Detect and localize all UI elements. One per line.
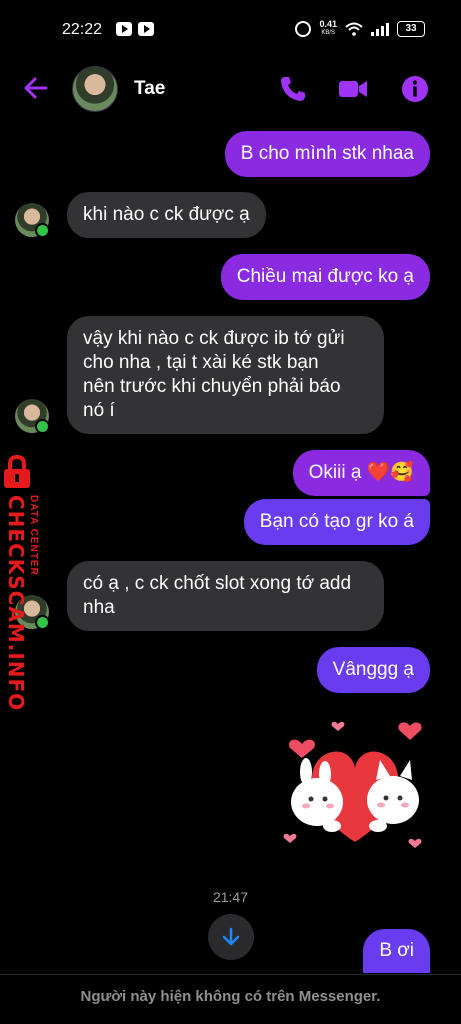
status-time: 22:22 xyxy=(62,21,103,38)
info-icon[interactable] xyxy=(400,74,430,104)
wifi-icon xyxy=(345,22,363,36)
message-outgoing[interactable]: B ơi xyxy=(363,929,430,973)
message-outgoing[interactable]: B cho mình stk nhaa xyxy=(224,131,430,177)
watermark-sub-text: DATA CENTER xyxy=(28,495,39,576)
message-text: nó í xyxy=(83,400,115,421)
message-text: cho nha , tại t xài ké stk bạn xyxy=(83,352,319,373)
contact-name[interactable]: Tae xyxy=(134,78,165,100)
message-outgoing[interactable]: Okiii ạ ❤️🥰 xyxy=(292,450,430,496)
chat-header: Tae xyxy=(0,60,461,118)
contact-mini-avatar[interactable] xyxy=(15,203,50,238)
message-text: Bạn có tạo gr ko á xyxy=(259,511,414,532)
contact-mini-avatar[interactable] xyxy=(15,399,50,434)
message-text: khi nào c ck được ạ xyxy=(83,204,250,225)
message-text: B ơi xyxy=(379,940,414,961)
back-arrow-icon[interactable] xyxy=(22,74,50,102)
signal-icon xyxy=(371,22,389,36)
watermark-main-text: CHECKSCAM.INFO xyxy=(4,495,28,712)
message-text: Chiều mai được ko ạ xyxy=(236,266,414,287)
scroll-to-bottom-button[interactable] xyxy=(208,914,254,960)
network-speed: 0.41 KB/S xyxy=(319,20,337,38)
watermark: CHECKSCAM.INFO DATA CENTER xyxy=(0,455,48,711)
contact-avatar[interactable] xyxy=(72,66,118,112)
message-outgoing[interactable]: Bạn có tạo gr ko á xyxy=(243,499,430,545)
unavailable-notice: Người này hiện không có trên Messenger. xyxy=(80,988,381,1005)
video-call-icon[interactable] xyxy=(338,74,368,104)
padlock-icon xyxy=(4,455,30,488)
love-cats-sticker[interactable] xyxy=(282,714,428,858)
message-text: có ạ , c ck chốt slot xong tớ add xyxy=(83,573,352,594)
app-notification-icon xyxy=(116,22,132,36)
network-speed-unit: KB/S xyxy=(321,30,336,36)
footer-divider xyxy=(0,974,461,975)
message-timestamp: 21:47 xyxy=(212,889,249,905)
message-incoming[interactable]: vậy khi nào c ck được ib tớ gửi cho nha … xyxy=(67,316,384,434)
message-text: nên trước khi chuyển phải báo xyxy=(83,376,341,397)
message-text: B cho mình stk nhaa xyxy=(240,143,414,164)
arrow-down-icon xyxy=(222,927,240,946)
message-text: Okiii ạ ❤️🥰 xyxy=(308,462,414,483)
message-text: vậy khi nào c ck được ib tớ gửi xyxy=(83,328,345,349)
network-speed-value: 0.41 xyxy=(319,19,337,29)
message-outgoing[interactable]: Vânggg ạ xyxy=(316,647,430,693)
message-incoming[interactable]: có ạ , c ck chốt slot xong tớ add nha xyxy=(67,561,384,631)
status-bar: 22:22 0.41 KB/S 33 xyxy=(0,0,461,60)
message-incoming[interactable]: khi nào c ck được ạ xyxy=(67,192,266,238)
message-text: Vânggg ạ xyxy=(332,659,414,680)
message-outgoing[interactable]: Chiều mai được ko ạ xyxy=(220,254,430,300)
phone-call-icon[interactable] xyxy=(278,74,308,104)
youtube-notification-icon xyxy=(138,22,154,36)
battery-icon: 33 xyxy=(397,21,425,37)
alarm-icon xyxy=(295,21,312,37)
message-text: nha xyxy=(83,597,115,618)
